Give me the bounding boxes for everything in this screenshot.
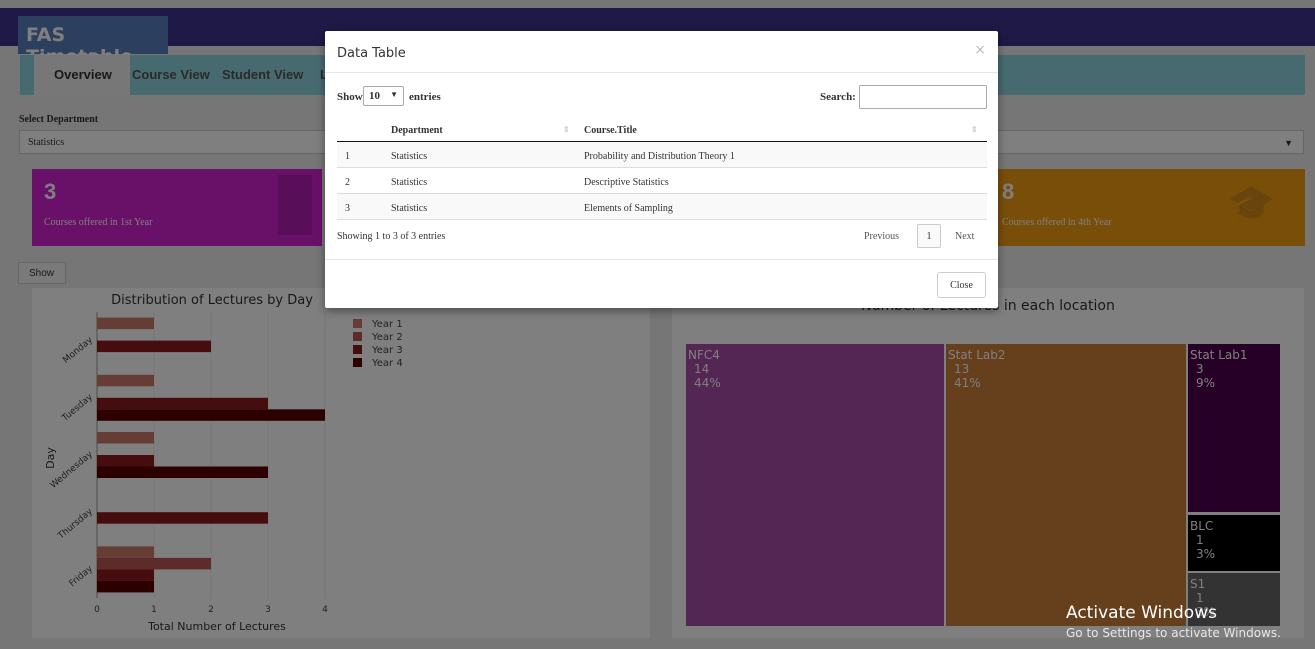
cell-department: Statistics [391,203,428,214]
table-header-row: Department ⇕ Course.Title ⇕ [337,116,987,142]
windows-activation-title: Activate Windows [1066,603,1217,623]
cell-index: 2 [345,177,350,188]
page-length-value: 10 [369,90,380,102]
table-row[interactable]: 3 Statistics Elements of Sampling [337,194,987,220]
modal-title: Data Table [337,46,406,61]
next-page-button[interactable]: Next [955,231,974,242]
close-icon[interactable]: × [974,42,986,58]
sort-icon[interactable]: ⇕ [563,125,570,134]
table-row[interactable]: 1 Statistics Probability and Distributio… [337,142,987,168]
cell-course-title: Probability and Distribution Theory 1 [584,151,735,162]
cell-department: Statistics [391,177,428,188]
entries-label: entries [409,91,441,103]
column-header-course-title[interactable]: Course.Title [584,125,637,136]
cell-index: 3 [345,203,350,214]
modal-header: Data Table × [325,31,998,73]
table-row[interactable]: 2 Statistics Descriptive Statistics [337,168,987,194]
sort-icon[interactable]: ⇕ [971,125,978,134]
cell-course-title: Descriptive Statistics [584,177,669,188]
show-entries-label: Show [337,91,363,103]
cell-index: 1 [345,151,350,162]
search-input[interactable] [859,85,987,109]
search-label: Search: [820,91,856,103]
data-table-modal: Data Table × Show 10 ▼ entries Search: D… [325,31,998,308]
caret-down-icon: ▼ [390,90,398,99]
close-button[interactable]: Close [937,272,986,298]
column-header-department[interactable]: Department [391,125,443,136]
page-number-button[interactable]: 1 [917,224,941,248]
cell-department: Statistics [391,151,428,162]
cell-course-title: Elements of Sampling [584,203,673,214]
modal-footer: Close [325,259,998,308]
table-info: Showing 1 to 3 of 3 entries [337,231,446,242]
previous-page-button[interactable]: Previous [864,231,899,242]
page-length-select[interactable]: 10 ▼ [363,86,404,106]
windows-activation-subtitle: Go to Settings to activate Windows. [1066,626,1281,640]
